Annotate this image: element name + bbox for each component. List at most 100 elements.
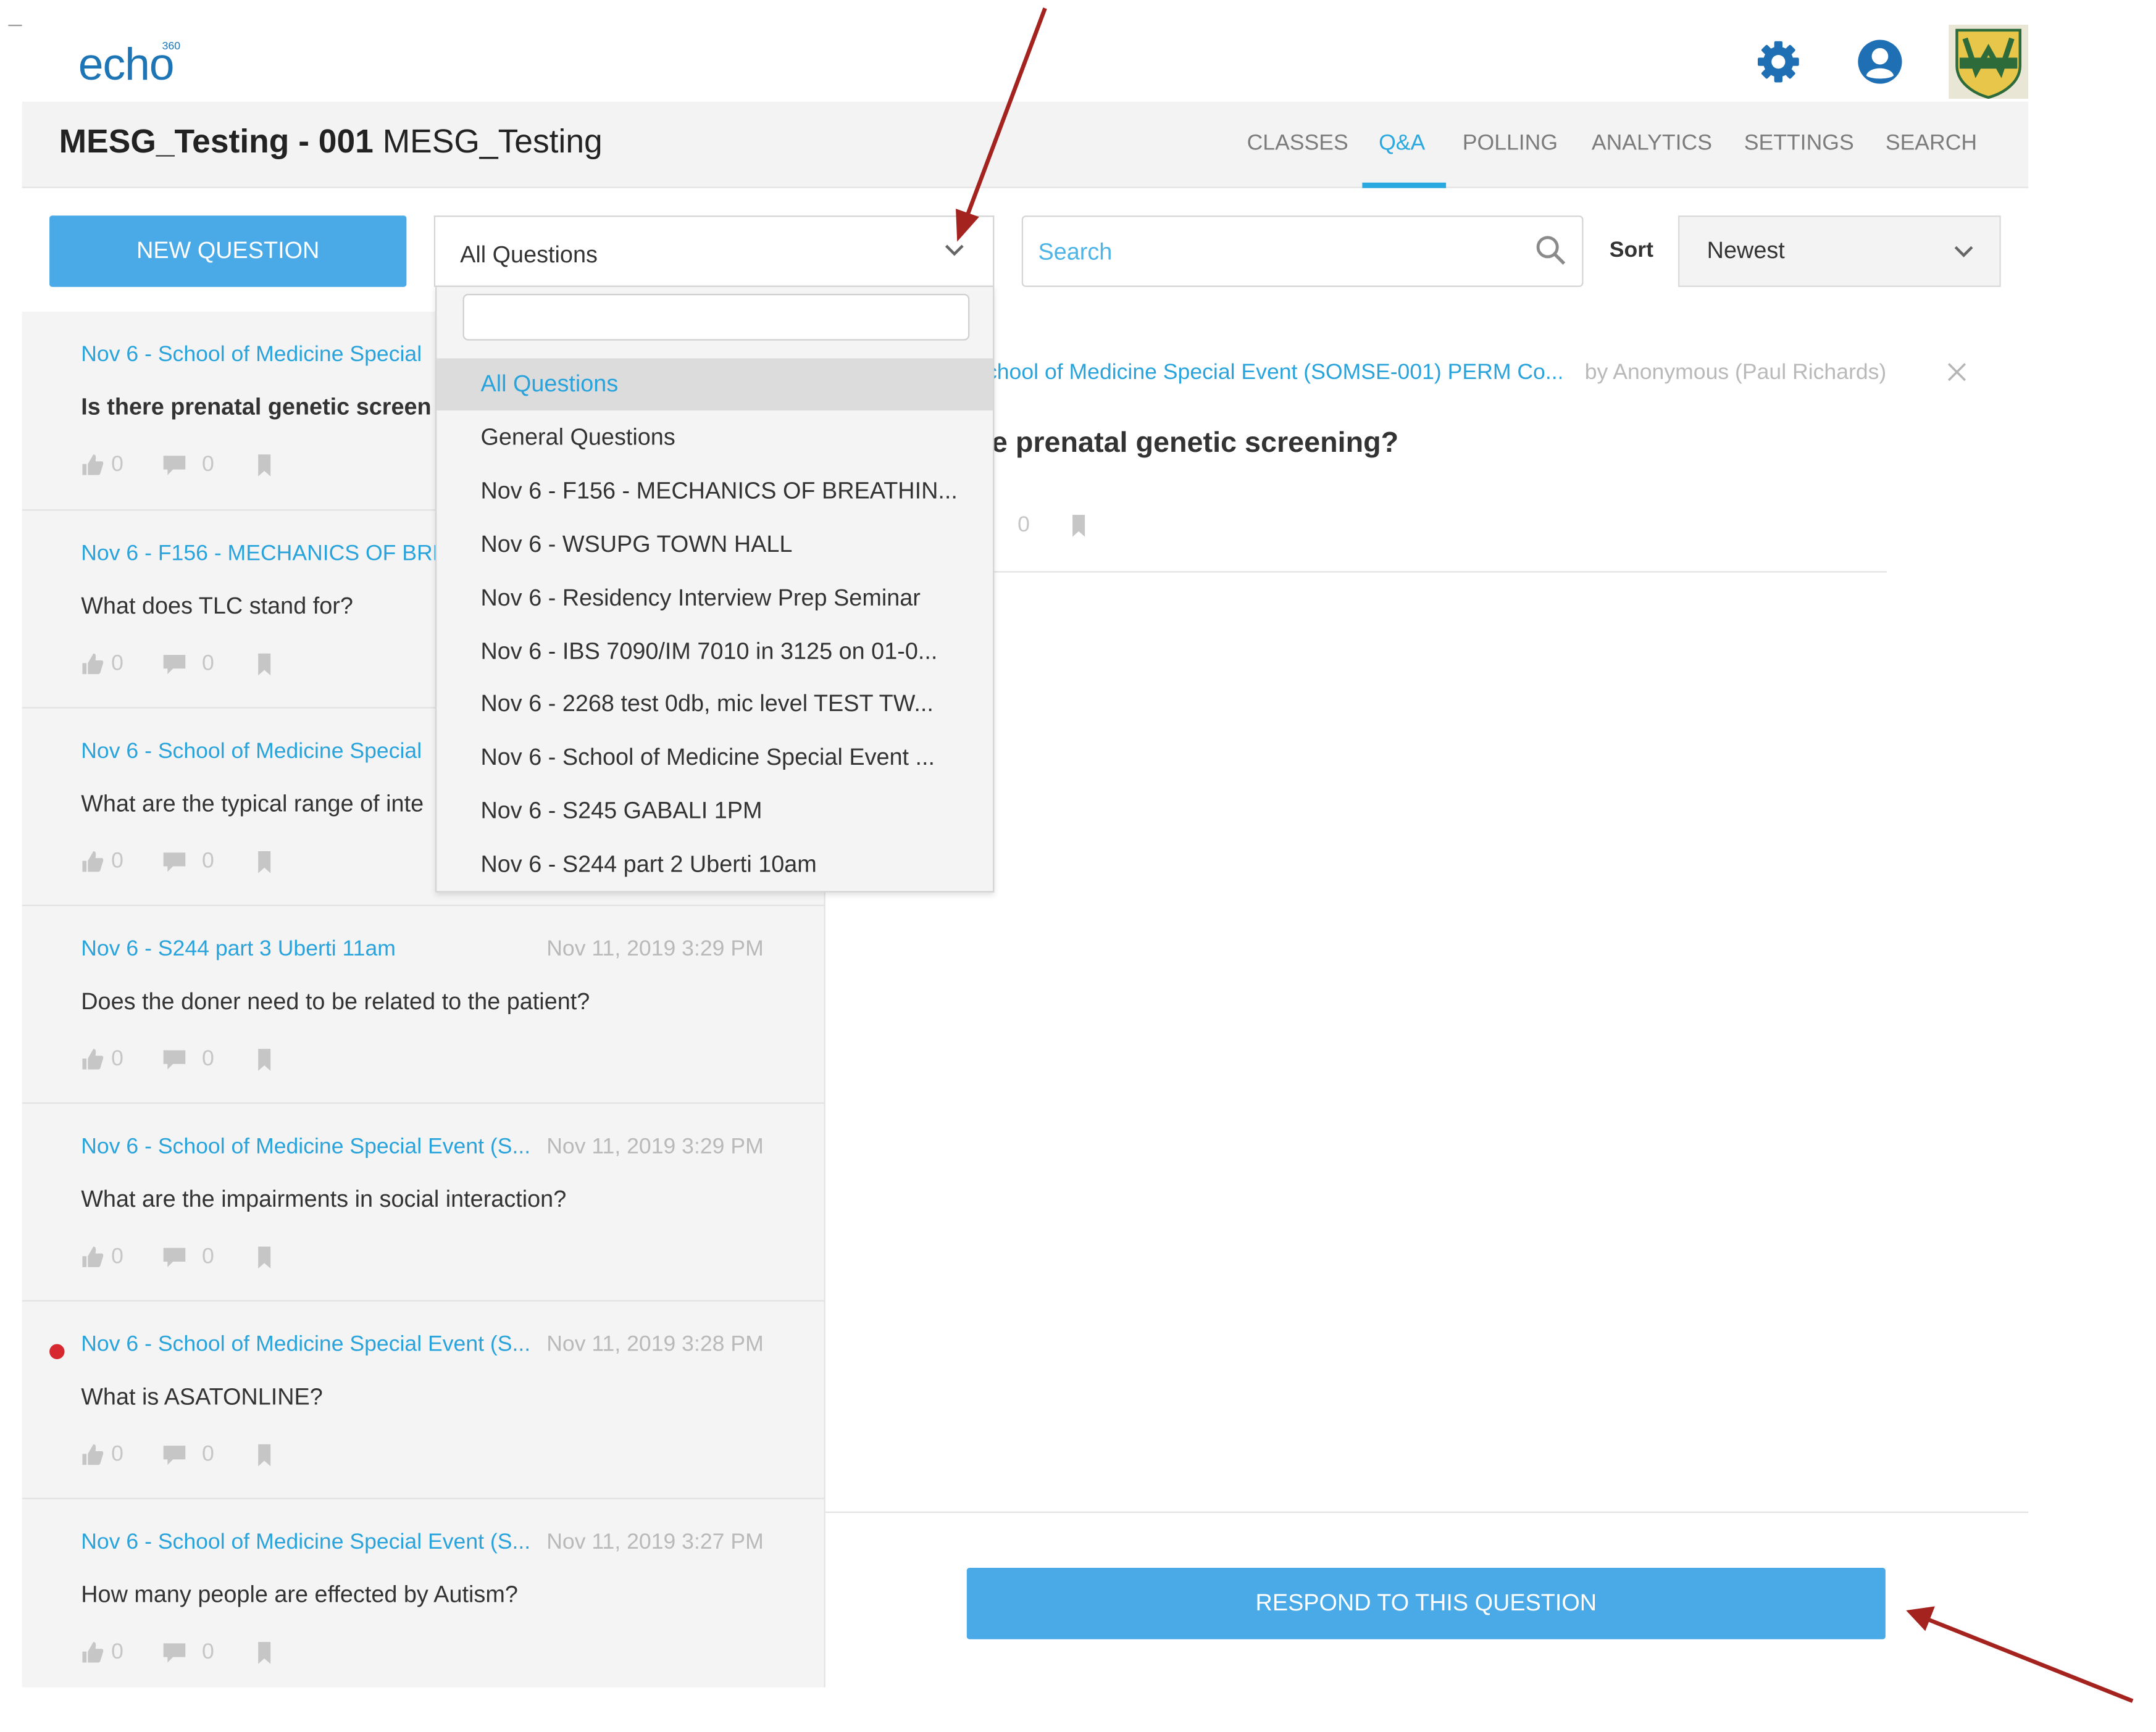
bookmark-icon[interactable]	[257, 1245, 272, 1270]
tab-polling[interactable]: POLLING	[1463, 132, 1558, 157]
question-date: Nov 11, 2019 3:29 PM	[546, 1135, 764, 1159]
detail-class-name: chool of Medicine Special Event (SOMSE-0…	[985, 360, 1561, 385]
comment-icon[interactable]	[162, 1444, 186, 1467]
dropdown-option[interactable]: Nov 6 - Residency Interview Prep Seminar	[437, 572, 993, 625]
sort-label: Sort	[1609, 239, 1653, 262]
filter-selected-label: All Questions	[460, 241, 598, 268]
dropdown-option[interactable]: Nov 6 - S245 GABALI 1PM	[437, 786, 993, 838]
close-icon[interactable]	[1946, 361, 1968, 383]
gear-icon[interactable]	[1755, 38, 1802, 85]
question-list-item[interactable]: Nov 6 - School of Medicine Special Event…	[22, 1102, 824, 1300]
bookmark-icon[interactable]	[257, 652, 272, 677]
comment-icon[interactable]	[162, 454, 186, 477]
sort-selected-value: Newest	[1707, 237, 1785, 264]
dropdown-option[interactable]: Nov 6 - F156 - MECHANICS OF BREATHIN...	[437, 465, 993, 518]
dropdown-option[interactable]: All Questions	[437, 358, 993, 411]
question-class-name[interactable]: Nov 6 - School of Medicine Special Event…	[81, 1531, 530, 1555]
question-class-name[interactable]: Nov 6 - School of Medicine Special	[81, 740, 422, 765]
reply-count: 0	[201, 1443, 214, 1467]
dropdown-option[interactable]: Nov 6 - WSUPG TOWN HALL	[437, 518, 993, 571]
course-name: MESG_Testing	[382, 123, 603, 161]
reply-count: 0	[201, 1640, 214, 1664]
dropdown-search-input[interactable]	[462, 293, 970, 341]
question-date: Nov 11, 2019 3:28 PM	[546, 1333, 764, 1357]
like-count: 0	[111, 1443, 123, 1467]
search-input[interactable]	[1038, 235, 1519, 271]
tab-classes[interactable]: CLASSES	[1247, 132, 1348, 157]
dropdown-option[interactable]: Nov 6 - School of Medicine Special Event…	[437, 732, 993, 785]
course-code: MESG_Testing - 001	[59, 123, 374, 161]
respond-button[interactable]: RESPOND TO THIS QUESTION	[966, 1568, 1886, 1639]
bookmark-icon[interactable]	[257, 1641, 272, 1665]
dropdown-option[interactable]: Nov 6 - 2268 test 0db, mic level TEST TW…	[437, 679, 993, 731]
logo-superscript: 360	[162, 40, 181, 52]
bookmark-icon[interactable]	[257, 1047, 272, 1072]
reply-count: 0	[201, 652, 214, 676]
question-text: Does the doner need to be related to the…	[81, 988, 590, 1015]
bookmark-icon[interactable]	[257, 453, 272, 478]
like-count: 0	[111, 849, 123, 873]
question-text: What does TLC stand for?	[81, 593, 353, 620]
question-filter-select[interactable]: All Questions	[433, 215, 995, 287]
question-class-name[interactable]: Nov 6 - S244 part 3 Uberti 11am	[81, 938, 396, 962]
user-account-icon[interactable]	[1857, 38, 1903, 85]
echo360-logo[interactable]: echo	[78, 38, 175, 91]
bookmark-icon[interactable]	[257, 1443, 272, 1468]
question-text: Is there prenatal genetic screen	[81, 394, 432, 420]
active-tab-indicator	[1362, 182, 1447, 188]
tab-qa[interactable]: Q&A	[1379, 132, 1425, 157]
question-class-name[interactable]: Nov 6 - School of Medicine Special Event…	[81, 1135, 530, 1160]
comment-icon[interactable]	[162, 1247, 186, 1269]
university-crest[interactable]	[1949, 25, 2029, 99]
comment-icon[interactable]	[162, 1049, 186, 1071]
thumbs-up-icon[interactable]	[81, 1047, 104, 1071]
dropdown-option[interactable]: Nov 6 - IBS 7090/IM 7010 in 3125 on 01-0…	[437, 625, 993, 678]
dropdown-option[interactable]: Nov 6 - S244 part 2 Uberti 10am	[437, 839, 993, 891]
detail-divider	[985, 571, 1887, 573]
question-list-item[interactable]: Nov 6 - S244 part 3 Uberti 11am Nov 11, 2…	[22, 904, 824, 1102]
thumbs-up-icon[interactable]	[81, 1245, 104, 1268]
question-text: What is ASATONLINE?	[81, 1383, 323, 1410]
thumbs-up-icon[interactable]	[81, 1443, 104, 1467]
unread-indicator	[49, 1344, 65, 1359]
comment-icon[interactable]	[162, 1642, 186, 1664]
detail-reply-count: 0	[1017, 513, 1030, 537]
reply-count: 0	[201, 1047, 214, 1071]
question-class-name[interactable]: Nov 6 - School of Medicine Special Event…	[81, 1333, 530, 1358]
reply-count: 0	[201, 1245, 214, 1269]
echo360-app: echo 360 MESG_Testing - 001 MESG_Testing…	[0, 0, 2156, 1725]
thumbs-up-icon[interactable]	[81, 652, 104, 675]
search-icon[interactable]	[1534, 233, 1566, 266]
detail-author: by Anonymous (Paul Richards)	[1584, 360, 1887, 385]
question-class-name[interactable]: Nov 6 - School of Medicine Special	[81, 343, 422, 368]
new-question-button[interactable]: NEW QUESTION	[49, 215, 407, 287]
question-text: What are the typical range of inte	[81, 791, 424, 817]
detail-question: e prenatal genetic screening?	[991, 427, 1399, 459]
bookmark-icon[interactable]	[257, 850, 272, 875]
thumbs-up-icon[interactable]	[81, 453, 104, 477]
dropdown-option[interactable]: General Questions	[437, 412, 993, 464]
tab-analytics[interactable]: ANALYTICS	[1592, 132, 1712, 157]
comment-icon[interactable]	[162, 851, 186, 873]
comment-icon[interactable]	[162, 654, 186, 676]
question-class-name[interactable]: Nov 6 - F156 - MECHANICS OF BRE	[81, 543, 447, 567]
tab-settings[interactable]: SETTINGS	[1744, 132, 1854, 157]
tab-search[interactable]: SEARCH	[1886, 132, 1977, 157]
like-count: 0	[111, 1047, 123, 1071]
question-text: How many people are effected by Autism?	[81, 1581, 518, 1608]
like-count: 0	[111, 452, 123, 477]
question-list-item[interactable]: Nov 6 - School of Medicine Special Event…	[22, 1497, 824, 1688]
like-count: 0	[111, 1245, 123, 1269]
question-list-item[interactable]: Nov 6 - School of Medicine Special Event…	[22, 1300, 824, 1497]
bookmark-icon[interactable]	[1071, 514, 1086, 538]
chevron-down-icon[interactable]	[942, 241, 967, 258]
filter-dropdown-menu: All Questions General Questions Nov 6 - F1…	[435, 285, 995, 893]
footer-divider	[825, 1511, 2029, 1513]
reply-count: 0	[201, 849, 214, 873]
thumbs-up-icon[interactable]	[81, 850, 104, 873]
thumbs-up-icon[interactable]	[81, 1641, 104, 1664]
like-count: 0	[111, 1640, 123, 1664]
like-count: 0	[111, 652, 123, 676]
screenshot-root: echo 360 MESG_Testing - 001 MESG_Testing…	[0, 0, 2156, 1732]
chevron-down-icon[interactable]	[1952, 243, 1976, 260]
